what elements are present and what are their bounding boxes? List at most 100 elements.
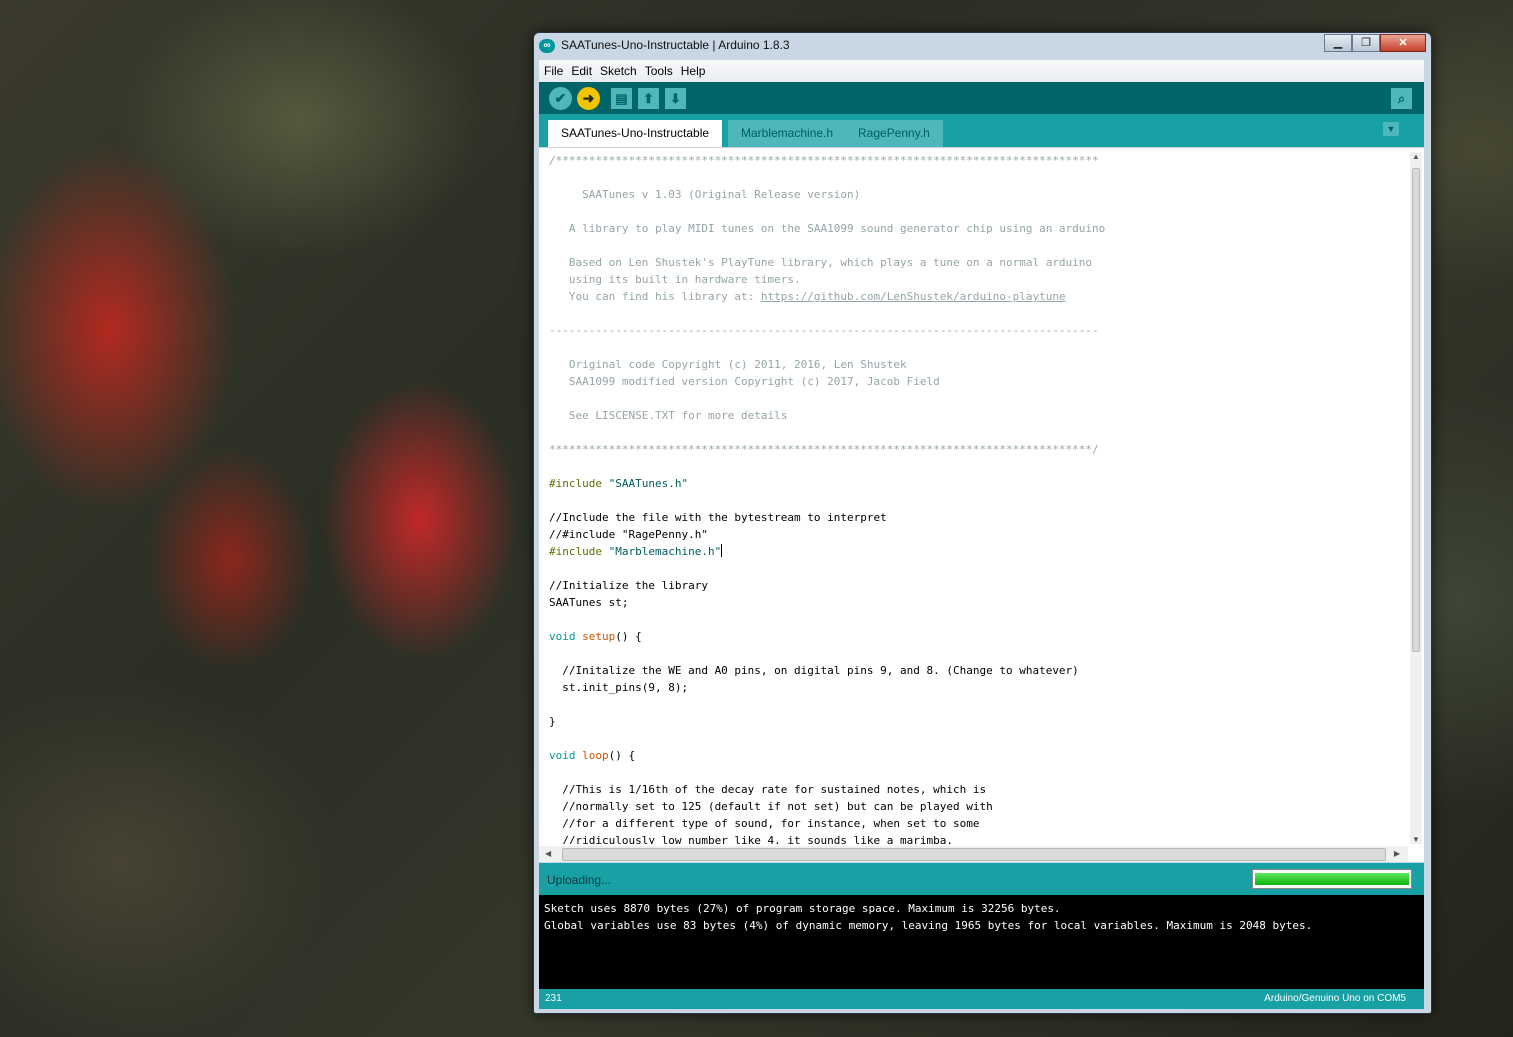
code-line: SAA1099 modified version Copyright (c) 2… xyxy=(549,373,1404,390)
vertical-scrollbar[interactable]: ▲ ▼ xyxy=(1410,152,1422,844)
code-line: /***************************************… xyxy=(549,152,1404,169)
code-token: () { xyxy=(608,749,636,762)
code-line: //Initialize the library xyxy=(549,577,1404,594)
window-controls: ▁ ❐ ✕ xyxy=(1324,34,1426,52)
code-line: #include "SAATunes.h" xyxy=(549,475,1404,492)
maximize-button[interactable]: ❐ xyxy=(1352,34,1380,52)
scroll-down-arrow-icon[interactable]: ▼ xyxy=(1412,835,1420,844)
code-line: SAATunes v 1.03 (Original Release versio… xyxy=(549,186,1404,203)
new-sketch-button[interactable]: ▤ xyxy=(611,88,632,109)
title-bar[interactable]: ∞ SAATunes-Uno-Instructable | Arduino 1.… xyxy=(534,33,1431,59)
menu-help[interactable]: Help xyxy=(677,60,710,78)
code-editor[interactable]: /***************************************… xyxy=(539,147,1424,862)
code-line: //#include "RagePenny.h" xyxy=(549,526,1404,543)
check-icon: ✔ xyxy=(554,90,567,106)
code-token: #include xyxy=(549,545,609,558)
code-line: } xyxy=(549,713,1404,730)
vertical-scroll-thumb[interactable] xyxy=(1412,168,1420,652)
minimize-button[interactable]: ▁ xyxy=(1324,34,1352,52)
code-area[interactable]: /***************************************… xyxy=(549,152,1404,844)
code-token: st.init_pins(9, 8); xyxy=(549,681,689,694)
code-line: //for a different type of sound, for ins… xyxy=(549,815,1404,832)
code-line: A library to play MIDI tunes on the SAA1… xyxy=(549,220,1404,237)
code-token: loop xyxy=(582,749,609,762)
close-button[interactable]: ✕ xyxy=(1380,34,1426,52)
open-sketch-button[interactable]: ⬆ xyxy=(638,88,659,109)
upload-progress-fill xyxy=(1255,873,1409,885)
verify-button[interactable]: ✔ xyxy=(549,87,572,110)
tab-saatunes-uno-instructable[interactable]: SAATunes-Uno-Instructable xyxy=(548,120,723,147)
scroll-up-arrow-icon[interactable]: ▲ xyxy=(1412,152,1420,161)
code-line: st.init_pins(9, 8); xyxy=(549,679,1404,696)
code-link[interactable]: https://github.com/LenShustek/arduino-pl… xyxy=(761,290,1066,303)
code-line: //ridiculously low number like 4, it sou… xyxy=(549,832,1404,844)
horizontal-scroll-thumb[interactable] xyxy=(562,848,1386,861)
code-line: See LISCENSE.TXT for more details xyxy=(549,407,1404,424)
console-output[interactable]: Sketch uses 8870 bytes (27%) of program … xyxy=(539,895,1424,989)
window-title: SAATunes-Uno-Instructable | Arduino 1.8.… xyxy=(561,38,790,52)
code-token: #include xyxy=(549,477,609,490)
code-token: You can find his library at: xyxy=(549,290,761,303)
menu-edit[interactable]: Edit xyxy=(567,60,596,78)
console-line: Sketch uses 8870 bytes (27%) of program … xyxy=(544,902,1061,915)
code-line: void setup() { xyxy=(549,628,1404,645)
arrow-up-icon: ⬆ xyxy=(643,91,654,106)
arrow-down-icon: ⬇ xyxy=(670,91,681,106)
toolbar: ✔ ➜ ▤ ⬆ ⬇ ⌕ xyxy=(539,82,1424,114)
code-line: Original code Copyright (c) 2011, 2016, … xyxy=(549,356,1404,373)
code-token: "SAATunes.h" xyxy=(608,477,689,490)
code-token: ****************************************… xyxy=(549,443,1099,456)
scroll-right-arrow-icon[interactable]: ▶ xyxy=(1394,849,1400,858)
menu-sketch[interactable]: Sketch xyxy=(596,60,641,78)
code-line: SAATunes st; xyxy=(549,594,1404,611)
code-token: //#include "RagePenny.h" xyxy=(549,528,708,541)
tab-menu-chevron-down-icon[interactable]: ▼ xyxy=(1383,122,1399,136)
code-token: setup xyxy=(582,630,616,643)
text-cursor xyxy=(721,544,723,557)
menu-tools[interactable]: Tools xyxy=(641,60,677,78)
code-token: "Marblemachine.h" xyxy=(608,545,722,558)
code-token: } xyxy=(549,715,556,728)
code-token: /***************************************… xyxy=(549,154,1099,167)
save-sketch-button[interactable]: ⬇ xyxy=(665,88,686,109)
serial-monitor-button[interactable]: ⌕ xyxy=(1391,88,1412,109)
scroll-left-arrow-icon[interactable]: ◀ xyxy=(545,849,551,858)
code-token: SAA1099 modified version Copyright (c) 2… xyxy=(549,375,940,388)
code-token: //for a different type of sound, for ins… xyxy=(549,817,980,830)
menu-file[interactable]: File xyxy=(539,60,567,78)
code-token: ----------------------------------------… xyxy=(549,324,1099,337)
code-line: void loop() { xyxy=(549,747,1404,764)
code-token: //normally set to 125 (default if not se… xyxy=(549,800,993,813)
board-port-info: Arduino/Genuino Uno on COM5 xyxy=(1264,993,1406,1004)
code-line: //Include the file with the bytestream t… xyxy=(549,509,1404,526)
code-token: SAATunes v 1.03 (Original Release versio… xyxy=(549,188,861,201)
code-token: //Initialize the library xyxy=(549,579,708,592)
status-bar: Uploading... xyxy=(539,863,1424,895)
magnifier-icon: ⌕ xyxy=(1397,91,1406,106)
code-token: //This is 1/16th of the decay rate for s… xyxy=(549,783,987,796)
arduino-ide-window: ∞ SAATunes-Uno-Instructable | Arduino 1.… xyxy=(533,32,1432,1014)
tab-ragepenny[interactable]: RagePenny.h xyxy=(845,120,943,147)
horizontal-scrollbar[interactable]: ◀ ▶ xyxy=(539,846,1408,862)
upload-button[interactable]: ➜ xyxy=(577,87,600,110)
tab-marblemachine[interactable]: Marblemachine.h xyxy=(728,120,847,147)
code-token: //ridiculously low number like 4, it sou… xyxy=(549,834,953,844)
code-token: () { xyxy=(615,630,642,643)
code-line: #include "Marblemachine.h" xyxy=(549,543,1404,560)
footer-bar: 231 Arduino/Genuino Uno on COM5 xyxy=(539,989,1424,1009)
code-line: //This is 1/16th of the decay rate for s… xyxy=(549,781,1404,798)
new-file-icon: ▤ xyxy=(615,91,628,106)
upload-progress-bar xyxy=(1252,869,1412,889)
arrow-right-icon: ➜ xyxy=(582,90,595,106)
code-line: You can find his library at: https://git… xyxy=(549,288,1404,305)
code-token: //Include the file with the bytestream t… xyxy=(549,511,887,524)
